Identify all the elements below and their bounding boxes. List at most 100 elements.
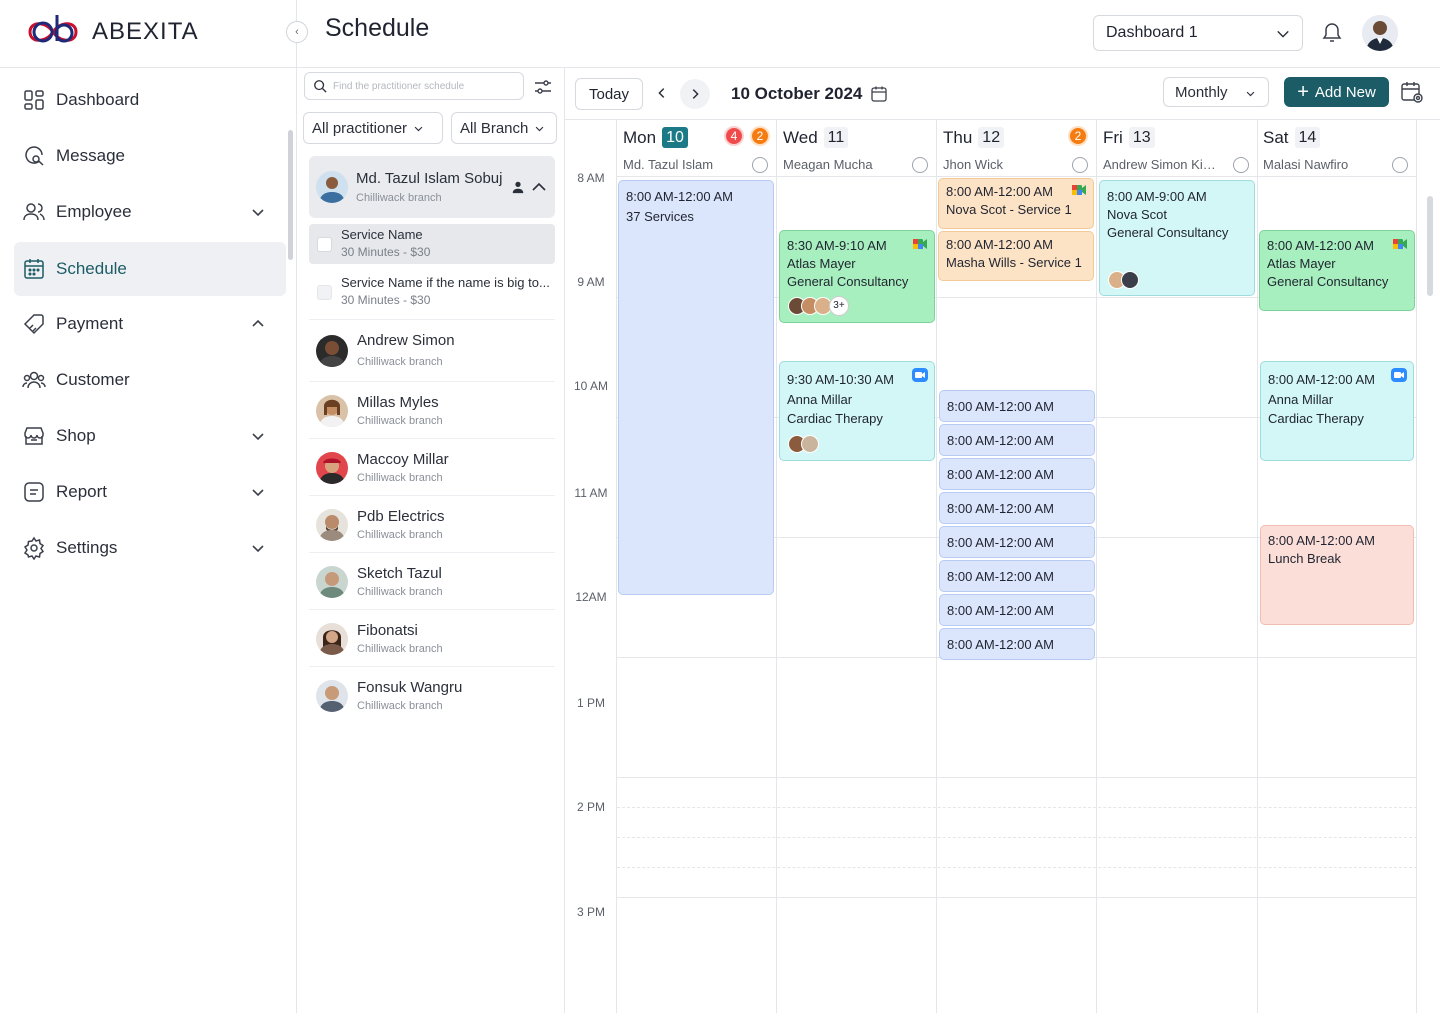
event-client: Nova Scot	[1107, 207, 1167, 222]
practitioner-item-fonsuk-wangru[interactable]: Fonsuk Wangru Chilliwack branch	[309, 671, 555, 721]
calendar-picker-icon[interactable]	[870, 85, 888, 103]
event-time: 8:00 AM-12:00 AM	[946, 184, 1053, 199]
day-name: Mon	[623, 127, 657, 147]
practitioner-photo-icon	[316, 452, 348, 484]
practitioner-item-andrew-simon[interactable]: Andrew Simon Chilliwack branch	[309, 324, 555, 378]
practitioner-item-maccoy-millar[interactable]: Maccoy Millar Chilliwack branch	[309, 443, 555, 493]
user-avatar[interactable]	[1362, 15, 1398, 51]
sidebar-item-shop[interactable]: Shop	[14, 409, 286, 463]
next-button[interactable]	[680, 79, 710, 109]
event-service: General Consultancy	[787, 274, 909, 289]
notification-bell-icon[interactable]	[1320, 20, 1344, 44]
swap-icon[interactable]	[1392, 157, 1408, 173]
practitioner-name: Pdb Electrics	[357, 508, 445, 525]
time-label: 11 AM	[574, 486, 608, 500]
sidebar-item-employee[interactable]: Employee	[14, 185, 286, 239]
event-thu-slot[interactable]: 8:00 AM-12:00 AM	[939, 560, 1095, 592]
person-icon	[512, 181, 524, 194]
calendar-icon	[24, 259, 44, 279]
sidebar-item-customer[interactable]: Customer	[14, 353, 286, 407]
day-header-fri[interactable]: Fri 13 Andrew Simon Kis...	[1097, 124, 1257, 176]
service-name: Service Name	[341, 227, 423, 242]
practitioner-item-millas-myles[interactable]: Millas Myles Chilliwack branch	[309, 386, 555, 436]
event-thu-slot[interactable]: 8:00 AM-12:00 AM	[939, 594, 1095, 626]
service-item[interactable]: Service Name 30 Minutes - $30	[309, 224, 555, 264]
red-count-badge[interactable]: 4	[724, 126, 744, 146]
calendar-settings-icon[interactable]	[1400, 80, 1424, 104]
practitioner-branch: Chilliwack branch	[357, 529, 443, 541]
event-thu-slot[interactable]: 8:00 AM-12:00 AM	[939, 390, 1095, 422]
branch-filter-select[interactable]: All Branch	[451, 112, 557, 144]
swap-icon[interactable]	[912, 157, 928, 173]
day-header-mon[interactable]: Mon 10 4 2 Md. Tazul Islam	[617, 124, 776, 176]
event-thu-nova-scot[interactable]: 8:00 AM-12:00 AM Nova Scot - Service 1	[938, 178, 1094, 229]
page-title: Schedule	[325, 14, 430, 42]
grid-line	[1257, 120, 1258, 1013]
event-fri-nova-scot[interactable]: 8:00 AM-9:00 AM Nova Scot General Consul…	[1099, 180, 1255, 296]
shop-store-icon	[24, 427, 44, 445]
event-thu-slot[interactable]: 8:00 AM-12:00 AM	[939, 526, 1095, 558]
orange-count-badge[interactable]: 2	[750, 126, 770, 146]
sidebar-item-settings[interactable]: Settings	[14, 521, 286, 575]
day-header-sat[interactable]: Sat 14 Malasi Nawfiro	[1257, 124, 1416, 176]
list-divider	[309, 609, 555, 610]
orange-count-badge[interactable]: 2	[1068, 126, 1088, 146]
event-thu-slot[interactable]: 8:00 AM-12:00 AM	[939, 424, 1095, 456]
list-divider	[309, 319, 555, 320]
more-attendees-badge[interactable]: 3+	[829, 296, 849, 316]
today-button[interactable]: Today	[575, 78, 643, 110]
event-thu-slot[interactable]: 8:00 AM-12:00 AM	[939, 628, 1095, 660]
day-name: Fri	[1103, 127, 1123, 147]
event-sat-anna-millar[interactable]: 8:00 AM-12:00 AM Anna Millar Cardiac The…	[1260, 361, 1414, 461]
filter-sliders-icon[interactable]	[532, 76, 554, 98]
practitioner-search[interactable]	[304, 72, 524, 100]
event-sat-atlas-mayer[interactable]: 8:00 AM-12:00 AM Atlas Mayer General Con…	[1259, 230, 1415, 311]
sidebar-item-report[interactable]: Report	[14, 465, 286, 519]
chevron-down-icon	[252, 433, 264, 441]
practitioner-search-input[interactable]	[333, 80, 513, 92]
dashboard-select[interactable]: Dashboard 1	[1093, 15, 1303, 51]
event-wed-atlas-mayer[interactable]: 8:30 AM-9:10 AM Atlas Mayer General Cons…	[779, 230, 935, 323]
sidebar-item-label: Dashboard	[56, 90, 140, 109]
event-sat-lunch-break[interactable]: 8:00 AM-12:00 AM Lunch Break	[1260, 525, 1414, 625]
add-new-button[interactable]: + Add New	[1284, 77, 1389, 107]
swap-icon[interactable]	[1233, 157, 1249, 173]
sidebar-divider	[0, 67, 297, 68]
service-checkbox[interactable]	[317, 285, 332, 300]
sidebar-scrollbar[interactable]	[288, 130, 293, 260]
practitioner-item-sketch-tazul[interactable]: Sketch Tazul Chilliwack branch	[309, 557, 555, 607]
plus-icon: +	[1297, 81, 1309, 103]
brand-logo[interactable]: ABEXITA	[24, 10, 199, 54]
event-thu-slot[interactable]: 8:00 AM-12:00 AM	[939, 492, 1095, 524]
practitioner-item-pdb-electrics[interactable]: Pdb Electrics Chilliwack branch	[309, 500, 555, 550]
sidebar-item-dashboard[interactable]: Dashboard	[14, 73, 286, 127]
service-price: 30 Minutes - $30	[341, 245, 431, 259]
practitioner-name: Md. Tazul Islam Sobuj	[356, 170, 503, 187]
event-thu-masha-wills[interactable]: 8:00 AM-12:00 AM Masha Wills - Service 1	[938, 231, 1094, 281]
sidebar-item-label: Report	[56, 482, 108, 501]
chevron-up-icon[interactable]	[531, 179, 547, 195]
event-thu-slot[interactable]: 8:00 AM-12:00 AM	[939, 458, 1095, 490]
practitioner-item-fibonatsi[interactable]: Fibonatsi Chilliwack branch	[309, 614, 555, 664]
view-mode-select[interactable]: Monthly	[1163, 77, 1269, 107]
view-mode-value: Monthly	[1175, 83, 1228, 101]
swap-icon[interactable]	[1072, 157, 1088, 173]
sidebar-item-message[interactable]: Message	[14, 129, 286, 183]
service-item[interactable]: Service Name if the name is big to... 30…	[309, 272, 555, 312]
day-header-thu[interactable]: Thu 12 2 Jhon Wick	[937, 124, 1096, 176]
day-name: Thu	[943, 127, 973, 147]
sidebar-item-schedule[interactable]: Schedule	[14, 242, 286, 296]
calendar-scrollbar[interactable]	[1427, 196, 1433, 296]
previous-button[interactable]	[650, 81, 674, 105]
service-checkbox[interactable]	[317, 237, 332, 252]
swap-icon[interactable]	[752, 157, 768, 173]
sidebar-item-payment[interactable]: Payment	[14, 297, 286, 351]
event-time: 8:00 AM-12:00 AM	[1268, 533, 1375, 548]
grid-line	[617, 807, 1417, 808]
day-header-wed[interactable]: Wed 11 Meagan Mucha	[777, 124, 936, 176]
practitioner-filter-select[interactable]: All practitioner	[303, 112, 443, 144]
practitioner-photo-icon	[316, 171, 348, 203]
event-mon-services[interactable]: 8:00 AM-12:00 AM 37 Services	[618, 180, 774, 595]
event-wed-anna-millar[interactable]: 9:30 AM-10:30 AM Anna Millar Cardiac The…	[779, 361, 935, 461]
collapse-sidebar-button[interactable]: ‹	[286, 21, 308, 43]
